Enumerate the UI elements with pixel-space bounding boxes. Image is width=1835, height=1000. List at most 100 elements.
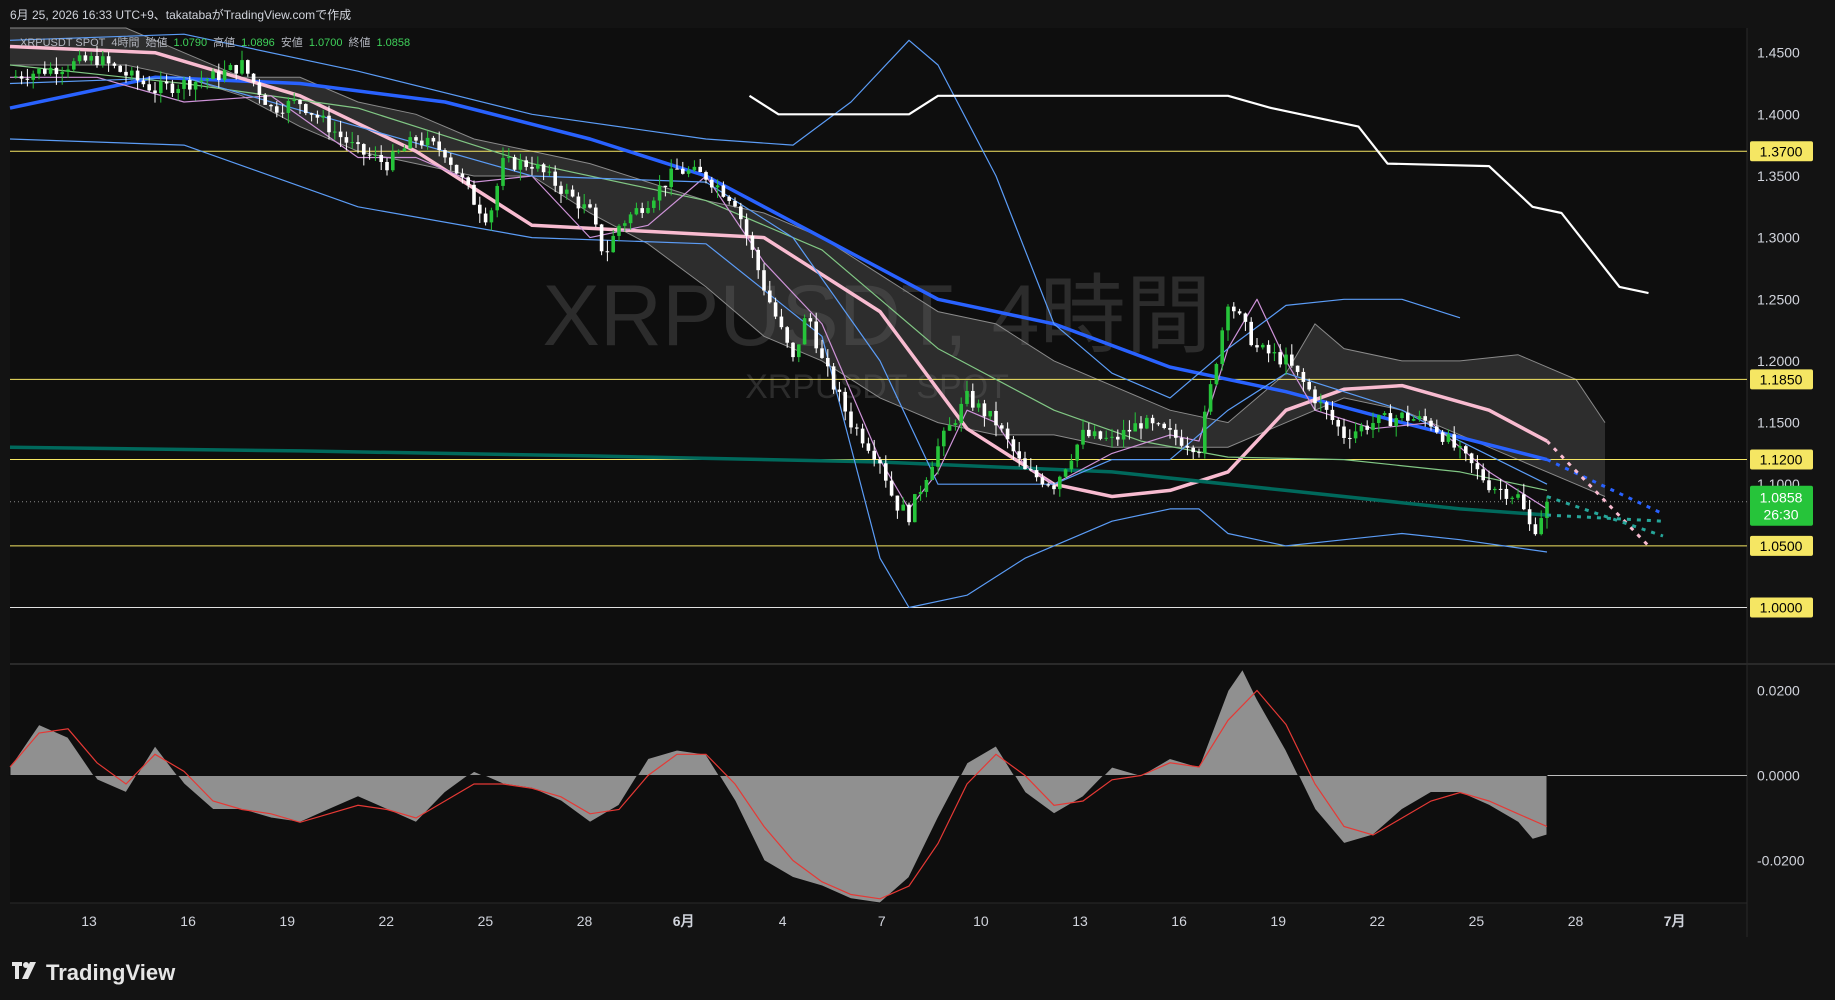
candle-body (257, 82, 262, 95)
candle-body (1295, 365, 1300, 372)
legend-high-value: 1.0896 (241, 37, 275, 49)
candle-body (362, 144, 366, 155)
candle-body (54, 67, 59, 75)
legend-close-value: 1.0858 (376, 37, 411, 49)
candle-body (1185, 445, 1190, 448)
legend-close-label: 終値 (348, 37, 371, 49)
candle-body (1440, 432, 1445, 442)
candle-body (408, 137, 412, 149)
chart-header: 6月 25, 2026 16:33 UTC+9、takatabaがTrading… (10, 8, 352, 22)
candle-body (321, 115, 325, 118)
candle-body (414, 137, 418, 141)
candle-body (1127, 429, 1132, 432)
candle-body (791, 342, 795, 358)
candle-body (1197, 452, 1201, 454)
candle-body (1237, 311, 1242, 314)
footer-bar (0, 945, 1835, 1000)
price-tick-label: 1.4500 (1757, 45, 1800, 61)
candle-body (785, 327, 789, 343)
time-tick-label: 13 (1072, 913, 1088, 929)
price-tick-label: 1.4000 (1757, 106, 1800, 122)
candle-body (466, 177, 470, 185)
candle-body (60, 71, 64, 75)
candle-body (814, 321, 818, 349)
candle-body (547, 171, 552, 173)
candle-body (1266, 344, 1271, 354)
candle-body (454, 164, 459, 174)
legend-interval[interactable]: 4時間 (111, 37, 139, 49)
candle-body (605, 251, 610, 253)
macd-tick-label: -0.0200 (1757, 853, 1805, 869)
candle-body (1284, 354, 1288, 365)
candle-body (1313, 389, 1317, 404)
candle-body (553, 171, 557, 186)
candle-body (350, 142, 354, 144)
candle-body (402, 148, 407, 152)
candle-body (1104, 437, 1108, 439)
candle-body (895, 495, 900, 511)
time-tick-label: 6月 (673, 913, 695, 929)
candle-body (367, 154, 372, 156)
time-tick-label: 25 (1469, 913, 1485, 929)
candle-body (779, 316, 784, 328)
candle-body (1406, 412, 1410, 421)
candle-body (1203, 411, 1207, 453)
candle-body (159, 81, 163, 94)
candle-body (1458, 446, 1462, 448)
candle-body (1116, 436, 1120, 440)
candle-body (971, 390, 975, 408)
candle-body (1208, 384, 1213, 412)
candle-body (1382, 413, 1387, 415)
candle-body (489, 210, 494, 223)
candle-body (559, 185, 563, 194)
candle-body (756, 249, 760, 271)
candle-body (831, 366, 836, 390)
candle-body (599, 224, 604, 252)
candle-body (118, 65, 122, 72)
candle-body (211, 71, 215, 80)
candle-body (1388, 413, 1393, 427)
candle-body (1029, 469, 1033, 471)
candle-body (1539, 518, 1543, 535)
candle-body (1278, 352, 1282, 365)
candle-body (994, 410, 998, 426)
candle-body (727, 196, 731, 201)
candle-body (1533, 524, 1538, 535)
candle-body (344, 137, 349, 143)
candle-body (1011, 439, 1016, 452)
candle-body (536, 164, 540, 169)
candle-body (449, 157, 453, 165)
candle-body (37, 68, 41, 74)
candle-body (750, 235, 755, 250)
candle-body (820, 348, 824, 358)
candle-body (570, 189, 575, 197)
candle-body (1371, 423, 1375, 430)
macd-tick-label: 0.0200 (1757, 683, 1800, 699)
candle-body (710, 179, 714, 188)
candle-body (866, 443, 871, 451)
candle-body (524, 160, 528, 167)
candle-body (379, 154, 383, 162)
countdown-label: 26:30 (1763, 507, 1798, 523)
legend-symbol[interactable]: XRPUSDT SPOT (20, 37, 105, 49)
candle-body (704, 172, 708, 180)
candle-body (385, 161, 389, 171)
candle-body (628, 214, 633, 224)
candle-body (356, 142, 360, 145)
candle-body (1255, 345, 1259, 348)
candle-body (988, 410, 992, 417)
time-tick-label: 22 (1370, 913, 1386, 929)
candle-body (95, 56, 99, 66)
candle-body (837, 389, 842, 392)
candle-body (1232, 306, 1236, 312)
tradingview-logo[interactable]: TradingView (12, 960, 175, 986)
candle-body (170, 83, 175, 93)
candle-body (1110, 436, 1114, 438)
candle-body (640, 208, 644, 213)
candle-body (1191, 447, 1195, 453)
candle-body (420, 140, 424, 146)
candle-body (141, 80, 146, 85)
candle-body (843, 391, 847, 412)
candle-body (1487, 480, 1491, 491)
candle-body (576, 196, 581, 209)
